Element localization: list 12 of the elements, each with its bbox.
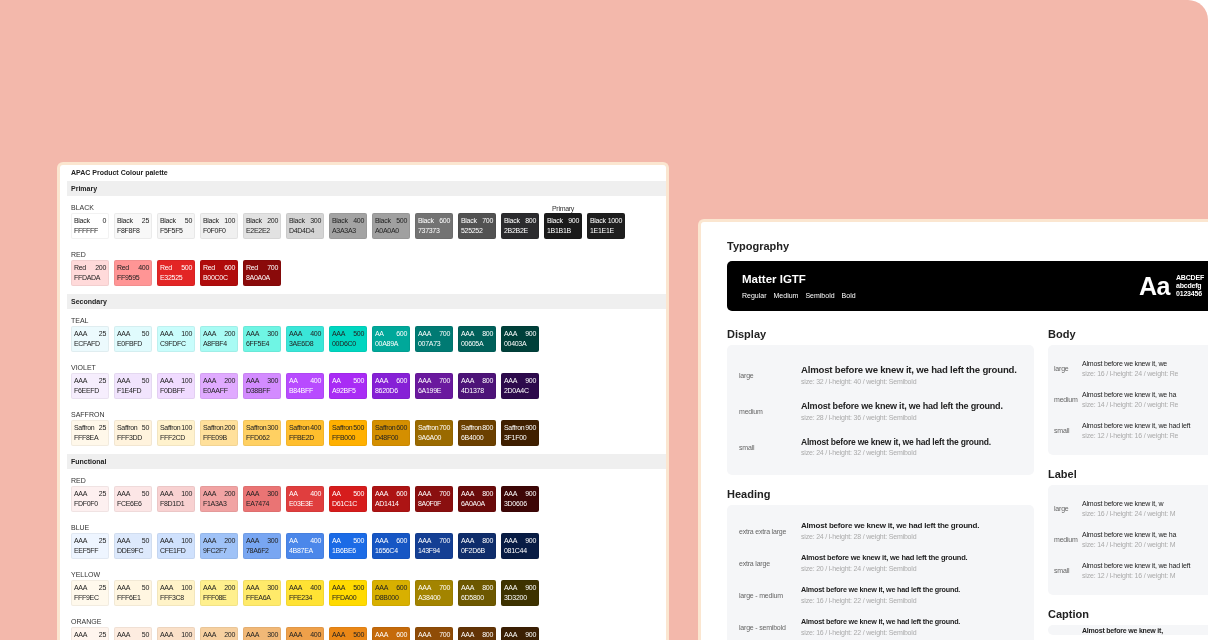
section-heading: Label bbox=[1048, 467, 1078, 482]
section-heading: Display bbox=[727, 327, 768, 342]
font-name: Matter IGTF bbox=[742, 273, 807, 285]
sample-text: Almost before we knew it, we had left the ground. bbox=[801, 365, 1017, 375]
section-heading: Heading bbox=[727, 487, 772, 502]
sample-text: Almost before we knew it, we had left the ground. bbox=[801, 437, 991, 447]
section-heading: Body bbox=[1048, 327, 1077, 342]
sample-text: Almost before we knew it, we had left the ground. bbox=[801, 522, 980, 530]
section-title: Typography bbox=[727, 239, 791, 254]
section-heading: Caption bbox=[1048, 607, 1090, 622]
sample-text: Almost before we knew it, we had left the ground. bbox=[801, 401, 1003, 411]
font-sample: Aa bbox=[1139, 271, 1170, 301]
